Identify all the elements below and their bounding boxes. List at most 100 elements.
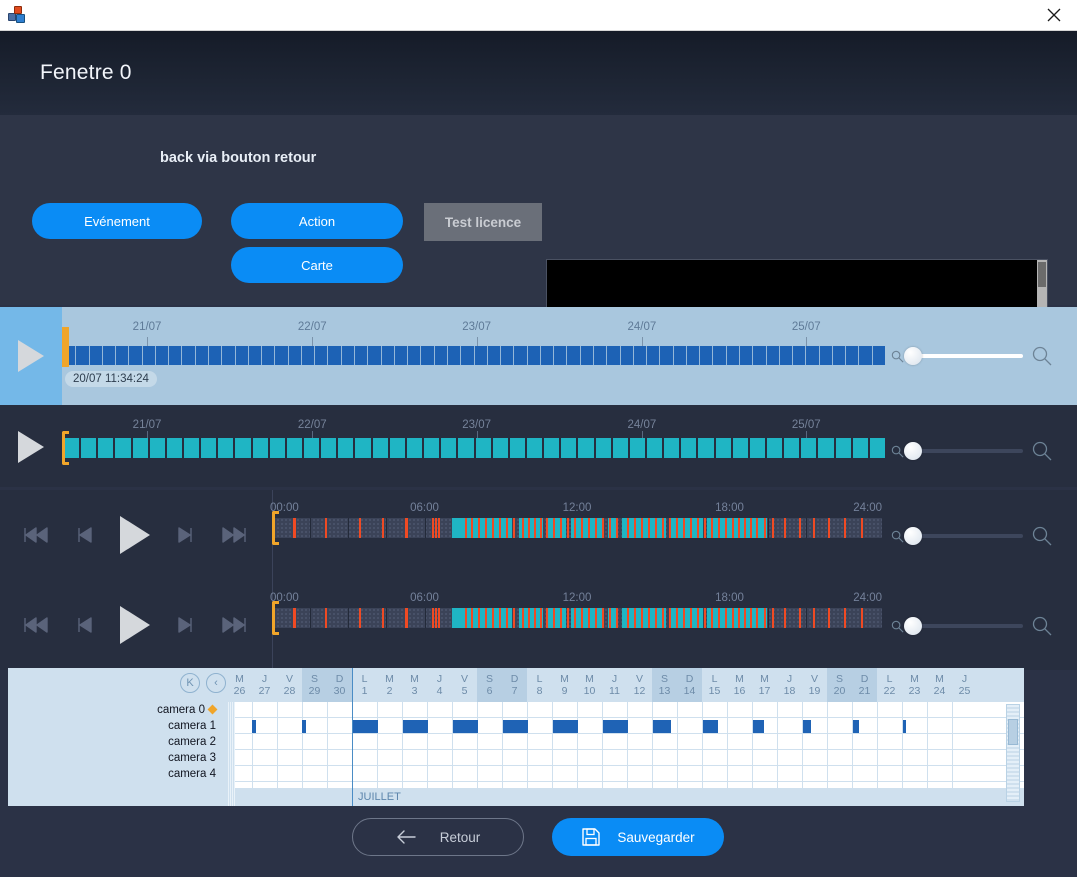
sauvegarder-button[interactable]: Sauvegarder xyxy=(552,818,724,856)
calendar-day-header[interactable]: D 21 xyxy=(852,668,877,702)
timeline-overview-zoom-slider[interactable] xyxy=(904,347,1023,365)
calendar-body[interactable] xyxy=(227,702,1024,788)
calendar-day-header[interactable]: J 27 xyxy=(252,668,277,702)
timeline-day-1-cursor[interactable] xyxy=(272,511,279,545)
skip-back-fast-icon[interactable] xyxy=(23,616,49,634)
calendar-event-bar[interactable] xyxy=(353,720,378,733)
skip-forward-icon[interactable] xyxy=(176,526,194,544)
calendar-day-header[interactable]: L 22 xyxy=(877,668,902,702)
timeline-events-track[interactable]: 21/07 22/07 23/07 24/07 25/07 xyxy=(62,405,888,487)
skip-forward-fast-icon[interactable] xyxy=(221,616,247,634)
calendar-day-header[interactable]: S 20 xyxy=(827,668,852,702)
magnifier-large-icon[interactable] xyxy=(1031,345,1053,367)
calendar-event-bar[interactable] xyxy=(853,720,859,733)
calendar-event-bar[interactable] xyxy=(903,720,906,733)
skip-back-fast-icon[interactable] xyxy=(23,526,49,544)
calendar-track-row[interactable] xyxy=(227,750,1024,766)
skip-forward-fast-icon[interactable] xyxy=(221,526,247,544)
calendar-day-header[interactable]: V 12 xyxy=(627,668,652,702)
calendar-row-label[interactable]: camera 0 xyxy=(8,702,222,718)
calendar-day-header[interactable]: M 23 xyxy=(902,668,927,702)
timeline-events-play-icon[interactable] xyxy=(8,429,54,465)
magnifier-small-icon[interactable] xyxy=(890,529,905,544)
calendar-day-header[interactable]: M 17 xyxy=(752,668,777,702)
calendar-day-header[interactable]: M 24 xyxy=(927,668,952,702)
calendar-event-bar[interactable] xyxy=(453,720,478,733)
skip-back-icon[interactable] xyxy=(76,616,94,634)
timeline-day-2-zoom-knob[interactable] xyxy=(904,617,922,635)
skip-forward-icon[interactable] xyxy=(176,616,194,634)
calendar-row-label[interactable]: camera 3 xyxy=(8,750,222,766)
calendar-day-header[interactable]: S 29 xyxy=(302,668,327,702)
magnifier-large-icon[interactable] xyxy=(1031,440,1053,462)
timeline-day-1-track[interactable]: 00:00 06:00 12:00 18:00 24:00 xyxy=(270,490,886,580)
calendar-day-header[interactable]: M 10 xyxy=(577,668,602,702)
calendar-day-header[interactable]: L8 xyxy=(527,668,552,702)
calendar-event-bar[interactable] xyxy=(603,720,628,733)
timeline-day-2-zoom-slider[interactable] xyxy=(904,617,1023,635)
timeline-events-zoom-knob[interactable] xyxy=(904,442,922,460)
timeline-overview-cursor[interactable] xyxy=(62,327,69,367)
magnifier-large-icon[interactable] xyxy=(1031,615,1053,637)
calendar-event-bar[interactable] xyxy=(302,720,306,733)
carte-button[interactable]: Carte xyxy=(231,247,403,283)
calendar-day-header[interactable]: J 11 xyxy=(602,668,627,702)
timeline-day-1-play-icon[interactable] xyxy=(119,516,150,554)
timeline-day-2-cursor[interactable] xyxy=(272,601,279,635)
calendar-first-button[interactable]: K xyxy=(180,673,200,693)
calendar-day-header[interactable]: V5 xyxy=(452,668,477,702)
calendar-track-row[interactable] xyxy=(227,702,1024,718)
timeline-overview-zoom-knob[interactable] xyxy=(904,347,922,365)
calendar-event-bar[interactable] xyxy=(403,720,428,733)
magnifier-large-icon[interactable] xyxy=(1031,525,1053,547)
timeline-events-zoom-slider[interactable] xyxy=(904,442,1023,460)
calendar-event-bar[interactable] xyxy=(503,720,528,733)
calendar-day-header[interactable]: V 28 xyxy=(277,668,302,702)
timeline-day-1-zoom-knob[interactable] xyxy=(904,527,922,545)
timeline-day-2-play-icon[interactable] xyxy=(119,606,150,644)
calendar-day-header[interactable]: L1 xyxy=(352,668,377,702)
calendar-day-header[interactable]: J4 xyxy=(427,668,452,702)
calendar-day-header[interactable]: V 19 xyxy=(802,668,827,702)
timeline-day-2-track[interactable]: 00:00 06:00 12:00 18:00 24:00 xyxy=(270,580,886,670)
timeline-events-cursor[interactable] xyxy=(62,431,69,465)
calendar-grid[interactable]: M 26 J 27 V 28 S 29 D 30 L 1 M 2 M 3 J 4 V 5 S 6 D 7 L 8 M 9 M 10 J 11 V… xyxy=(227,668,1024,806)
calendar-day-header[interactable]: D 30 xyxy=(327,668,352,702)
calendar-prev-button[interactable]: ‹ xyxy=(206,673,226,693)
calendar-row-label[interactable]: camera 2 xyxy=(8,734,222,750)
calendar-day-header[interactable]: L 15 xyxy=(702,668,727,702)
calendar-event-bar[interactable] xyxy=(252,720,256,733)
calendar-day-header[interactable]: S6 xyxy=(477,668,502,702)
retour-button[interactable]: Retour xyxy=(352,818,524,856)
calendar-day-header[interactable]: D 14 xyxy=(677,668,702,702)
calendar-row-label[interactable]: camera 4 xyxy=(8,766,222,782)
calendar-day-header[interactable]: J 25 xyxy=(952,668,977,702)
magnifier-small-icon[interactable] xyxy=(890,619,905,634)
calendar-event-bar[interactable] xyxy=(753,720,764,733)
timeline-day-1-zoom-slider[interactable] xyxy=(904,527,1023,545)
test-licence-button[interactable]: Test licence xyxy=(424,203,542,241)
calendar-day-header[interactable]: M 16 xyxy=(727,668,752,702)
calendar-track-row[interactable] xyxy=(227,734,1024,750)
magnifier-small-icon[interactable] xyxy=(890,444,905,459)
close-icon[interactable] xyxy=(1031,0,1077,30)
calendar-day-header[interactable]: S 13 xyxy=(652,668,677,702)
calendar-event-bar[interactable] xyxy=(553,720,578,733)
timeline-overview-play-icon[interactable] xyxy=(0,307,62,405)
calendar-day-header[interactable]: M2 xyxy=(377,668,402,702)
calendar-track-row[interactable] xyxy=(227,766,1024,782)
calendar-event-bar[interactable] xyxy=(803,720,811,733)
calendar-day-header[interactable]: D7 xyxy=(502,668,527,702)
calendar-day-header[interactable]: M 26 xyxy=(227,668,252,702)
calendar-day-header[interactable]: M3 xyxy=(402,668,427,702)
timeline-overview-track[interactable]: 21/07 22/07 23/07 24/07 25/07 20/07 11:34:24 xyxy=(62,307,888,405)
calendar-event-bar[interactable] xyxy=(653,720,671,733)
calendar-day-header[interactable]: M9 xyxy=(552,668,577,702)
action-button[interactable]: Action xyxy=(231,203,403,239)
skip-back-icon[interactable] xyxy=(76,526,94,544)
calendar-vertical-scrollbar[interactable] xyxy=(1006,704,1020,802)
calendar-day-header[interactable]: J 18 xyxy=(777,668,802,702)
calendar-event-bar[interactable] xyxy=(703,720,718,733)
magnifier-small-icon[interactable] xyxy=(890,349,905,364)
evenement-button[interactable]: Evénement xyxy=(32,203,202,239)
